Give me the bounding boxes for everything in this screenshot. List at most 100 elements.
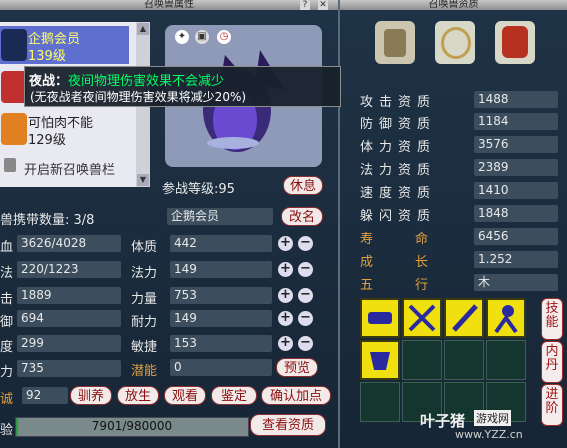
necklace-icon (441, 27, 471, 59)
minus-icon[interactable]: − (298, 236, 313, 251)
dodge-aptitude-value: 1848 (474, 205, 558, 222)
loyalty-value: 92 (22, 387, 68, 404)
pet-list-item[interactable]: 可怕肉不能 129级 (0, 110, 129, 148)
hp-value: 3626/4028 (17, 235, 121, 252)
exp-bar: 7901/980000 (15, 417, 249, 437)
bracer-icon (384, 29, 406, 57)
equip-slot-armor[interactable] (495, 21, 535, 64)
pet-level: 139级 (28, 49, 66, 64)
watch-button[interactable]: 观看 (164, 386, 206, 405)
plus-icon[interactable]: + (278, 236, 293, 251)
shield-icon (370, 352, 390, 370)
attr-value: 149 (170, 261, 272, 278)
close-icon[interactable]: ✕ (318, 0, 328, 10)
pet-name-field[interactable]: 企鹅会员 (167, 208, 273, 225)
scroll-up-icon[interactable]: ▲ (137, 23, 149, 35)
figure-icon (494, 305, 518, 334)
attr-value: 153 (170, 335, 272, 352)
lifespan-value: 6456 (474, 228, 558, 245)
release-button[interactable]: 放生 (117, 386, 159, 405)
skill-icon (368, 312, 392, 324)
plus-icon[interactable]: + (278, 336, 293, 351)
carry-count: 兽携带数量: 3/8 (0, 213, 95, 228)
equip-slot-necklace[interactable] (435, 21, 475, 64)
element-label: 五行 (360, 278, 471, 293)
aptitude-label: 法力资质 (360, 163, 437, 178)
tooltip-effect: 夜间物理伤害效果不会减少 (68, 74, 225, 89)
watermark-url: www.YZZ.cn (455, 428, 523, 441)
speed-value: 299 (17, 335, 121, 352)
aptitude-label: 攻击资质 (360, 95, 437, 110)
exp-value: 7901/980000 (91, 419, 173, 433)
inner-core-side-button[interactable]: 内丹 (541, 341, 563, 383)
stamina-aptitude-value: 3576 (474, 136, 558, 153)
speed-aptitude-value: 1410 (474, 182, 558, 199)
advance-side-button[interactable]: 进阶 (541, 384, 563, 426)
tooltip: 夜战：夜间物理伤害效果不会减少 (无夜战者夜间物理伤害效果将减少20%) (24, 66, 341, 107)
watermark-tag: 游戏网 (474, 410, 511, 426)
add-slot-label: 开启新召唤兽栏 (24, 163, 116, 178)
attack-value: 1889 (17, 287, 121, 304)
defense-value: 694 (17, 310, 121, 327)
battle-level: 参战等级:95 (162, 182, 235, 197)
add-pet-slot[interactable]: 开启新召唤兽栏 (0, 152, 129, 184)
attr-label: 体质 (131, 240, 158, 255)
tooltip-title: 夜战：夜间物理伤害效果不会减少 (29, 70, 224, 89)
skill-slot[interactable] (360, 298, 400, 338)
tooltip-note: (无夜战者夜间物理伤害效果将减少20%) (30, 90, 247, 104)
tooltip-prefix: 夜战： (29, 74, 69, 89)
pet-avatar (1, 29, 27, 61)
skill-slot-empty[interactable] (444, 340, 484, 380)
attr-value: 753 (170, 287, 272, 304)
equip-slot-bracer[interactable] (375, 21, 415, 64)
skill-slot-empty[interactable] (360, 382, 400, 422)
skill-slot[interactable] (402, 298, 442, 338)
scroll-down-icon[interactable]: ▼ (137, 174, 149, 186)
plus-icon[interactable]: + (278, 288, 293, 303)
skill-slot[interactable] (444, 298, 484, 338)
mp-value: 220/1223 (17, 261, 121, 278)
potential-value: 0 (170, 359, 272, 376)
skill-slot-empty[interactable] (402, 340, 442, 380)
spirit-value: 735 (17, 360, 121, 377)
pet-aptitude-panel: 召唤兽资质 攻击资质 1488 防御资质 1184 体力资质 3576 法力资质… (340, 0, 567, 448)
stat-label: 御 (0, 315, 14, 330)
potential-label: 潜能 (131, 364, 158, 379)
view-aptitude-button[interactable]: 查看资质 (250, 414, 326, 436)
minus-icon[interactable]: − (298, 262, 313, 277)
attr-label: 敏捷 (131, 340, 158, 355)
tame-button[interactable]: 驯养 (70, 386, 112, 405)
confirm-points-button[interactable]: 确认加点 (261, 386, 331, 405)
pet-list-item[interactable]: 企鹅会员 139级 (0, 26, 129, 64)
right-title-bar: 召唤兽资质 (340, 0, 567, 10)
minus-icon[interactable]: − (298, 311, 313, 326)
element-value: 木 (474, 274, 558, 291)
skill-slot[interactable] (360, 340, 400, 380)
attr-label: 耐力 (131, 315, 158, 330)
plus-icon[interactable]: + (278, 311, 293, 326)
sword-cross-icon (408, 304, 436, 332)
armor-icon (502, 26, 528, 58)
attack-aptitude-value: 1488 (474, 91, 558, 108)
skill-slot[interactable] (486, 298, 526, 338)
attr-value: 442 (170, 235, 272, 252)
aptitude-label: 体力资质 (360, 140, 437, 155)
attr-value: 149 (170, 310, 272, 327)
lifespan-label: 寿命 (360, 232, 471, 247)
left-title: 召唤兽属性 (144, 0, 194, 10)
loyalty-label: 诚 (0, 392, 14, 407)
stat-label: 度 (0, 340, 14, 355)
minus-icon[interactable]: − (298, 288, 313, 303)
rest-button[interactable]: 休息 (283, 176, 323, 195)
minus-icon[interactable]: − (298, 336, 313, 351)
skill-slot-empty[interactable] (486, 340, 526, 380)
plus-icon[interactable]: + (278, 262, 293, 277)
appraise-button[interactable]: 鉴定 (211, 386, 257, 405)
rename-button[interactable]: 改名 (281, 207, 323, 226)
help-icon[interactable]: ? (300, 0, 310, 10)
preview-button[interactable]: 预览 (276, 358, 318, 377)
stat-label: 血 (0, 240, 14, 255)
stat-label: 力 (0, 365, 14, 380)
skills-side-button[interactable]: 技能 (541, 298, 563, 340)
aptitude-label: 防御资质 (360, 117, 437, 132)
